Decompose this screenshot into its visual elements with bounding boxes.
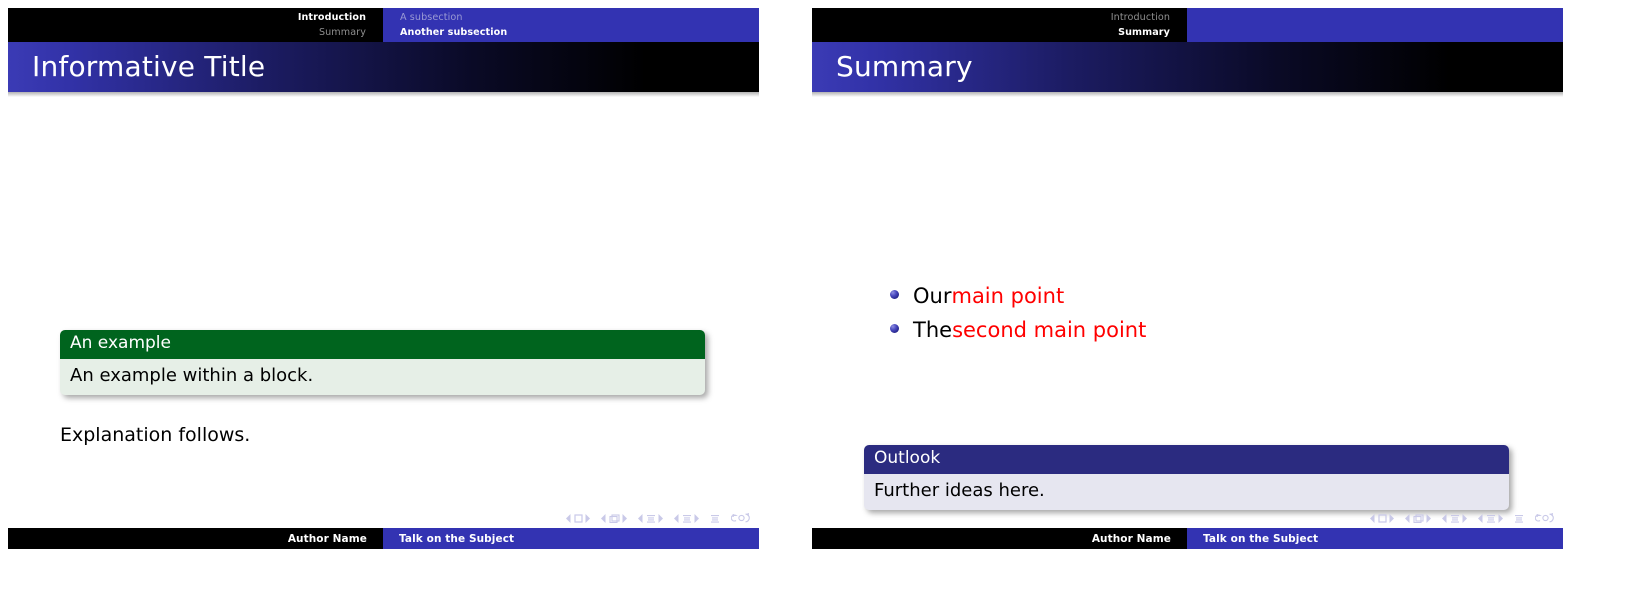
previous-frame-icon[interactable] (1405, 513, 1431, 523)
outlook-block-title: Outlook (864, 445, 1509, 474)
table-of-contents-icon[interactable] (710, 514, 720, 523)
section-entry-introduction[interactable]: Introduction (1111, 10, 1170, 25)
bullet-icon (890, 324, 899, 333)
section-navigation: Introduction Summary (812, 8, 1187, 42)
navigation-symbols-left (566, 513, 751, 523)
list-item-lead: The (913, 318, 953, 342)
beginning-slide-icon[interactable] (1370, 513, 1394, 523)
list-item-alert: main point (951, 284, 1065, 308)
footer-talk-title: Talk on the Subject (1203, 532, 1319, 545)
previous-frame-icon[interactable] (601, 513, 627, 523)
slide-body-left: An example An example within a block. Ex… (8, 97, 759, 549)
previous-subsection-icon[interactable] (638, 513, 663, 523)
subsection-entry-another-subsection[interactable]: Another subsection (400, 25, 507, 40)
footer-talk-title: Talk on the Subject (399, 532, 515, 545)
footer-author-name: Author Name (1091, 532, 1171, 545)
footer-author-section: Author Name (812, 528, 1187, 549)
list-item: The second main point (890, 313, 1146, 347)
slide-title-bar: Summary (812, 42, 1563, 92)
presentation-page: Introduction Summary A subsection Anothe… (0, 0, 1636, 601)
navigation-header: Introduction Summary A subsection Anothe… (8, 8, 759, 42)
footer-author-name: Author Name (287, 532, 367, 545)
footer-bar-right: Author Name Talk on the Subject (812, 528, 1563, 549)
back-navigation-icon[interactable] (731, 513, 751, 523)
slide-title-bar: Informative Title (8, 42, 759, 92)
slide-body-right: Our main point The second main point Out… (812, 97, 1563, 549)
navigation-header: Introduction Summary (812, 8, 1563, 42)
slide-right: Introduction Summary Summary Our main po… (812, 8, 1563, 570)
bullet-icon (890, 290, 899, 299)
example-block-body: An example within a block. (60, 358, 705, 396)
previous-subsection-icon[interactable] (1442, 513, 1467, 523)
slide-title: Informative Title (32, 50, 266, 83)
footer-bar-left: Author Name Talk on the Subject (8, 528, 759, 549)
footer-author-section: Author Name (8, 528, 383, 549)
section-entry-summary[interactable]: Summary (1118, 25, 1170, 40)
summary-itemize-list: Our main point The second main point (890, 279, 1146, 347)
example-block: An example An example within a block. (60, 330, 705, 396)
list-item: Our main point (890, 279, 1146, 313)
table-of-contents-icon[interactable] (1514, 514, 1524, 523)
slide-title: Summary (836, 50, 973, 83)
list-item-alert: second main point (952, 318, 1147, 342)
subsection-entry-a-subsection[interactable]: A subsection (400, 10, 463, 25)
explanation-paragraph: Explanation follows. (60, 424, 251, 446)
subsection-navigation: A subsection Another subsection (383, 8, 759, 42)
outlook-block: Outlook Further ideas here. (864, 445, 1509, 511)
section-entry-introduction[interactable]: Introduction (298, 10, 366, 25)
previous-section-icon[interactable] (674, 513, 699, 523)
beginning-slide-icon[interactable] (566, 513, 590, 523)
back-navigation-icon[interactable] (1535, 513, 1555, 523)
previous-section-icon[interactable] (1478, 513, 1503, 523)
footer-talk-section: Talk on the Subject (1187, 528, 1563, 549)
example-block-title: An example (60, 330, 705, 359)
navigation-symbols-right (1370, 513, 1555, 523)
outlook-block-body: Further ideas here. (864, 473, 1509, 511)
footer-talk-section: Talk on the Subject (383, 528, 759, 549)
subsection-navigation (1187, 8, 1563, 42)
section-entry-summary[interactable]: Summary (319, 25, 366, 40)
slide-left: Introduction Summary A subsection Anothe… (8, 8, 759, 570)
section-navigation: Introduction Summary (8, 8, 383, 42)
list-item-lead: Our (913, 284, 952, 308)
